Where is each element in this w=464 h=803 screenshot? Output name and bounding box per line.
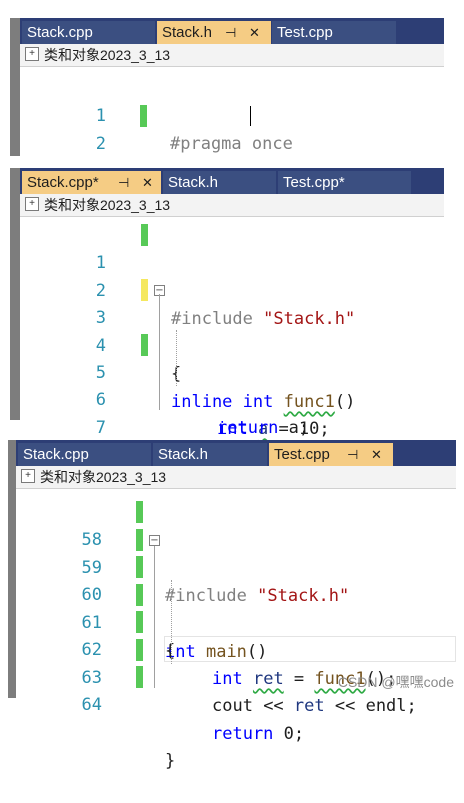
code-line[interactable]: 5 int a = 10; xyxy=(20,331,444,439)
navigation-bar[interactable]: + 类和对象2023_3_13 xyxy=(20,44,444,67)
tab-bar: Stack.cpp Stack.h Test.cpp ⊣ ✕ xyxy=(16,440,456,466)
code-line[interactable]: 63 return 0; xyxy=(16,636,456,744)
variable-name: ret xyxy=(293,696,325,716)
line-number: 7 xyxy=(95,418,106,438)
keyword: return xyxy=(212,724,274,744)
pin-icon[interactable]: ⊣ xyxy=(225,21,236,44)
change-marker xyxy=(141,224,148,246)
operator: << xyxy=(252,696,294,716)
return-value: 0; xyxy=(273,724,305,744)
unsaved-change-marker xyxy=(141,279,148,301)
tab-label: Stack.cpp xyxy=(27,24,93,41)
scope-label: 类和对象2023_3_13 xyxy=(44,47,171,63)
project-icon: + xyxy=(21,469,35,483)
operator: << xyxy=(324,696,366,716)
code-line[interactable]: 61 int ret = func1(); xyxy=(16,581,456,689)
code-line[interactable]: 1 #include "Stack.h" xyxy=(20,221,444,329)
indent-guide xyxy=(171,580,172,664)
tab-label: Stack.h xyxy=(158,446,209,463)
code-text: return 0; xyxy=(212,720,304,748)
tab-test-cpp[interactable]: Test.cpp xyxy=(272,21,396,44)
change-marker xyxy=(140,105,147,127)
tab-test-cpp[interactable]: Test.cpp* xyxy=(278,171,411,194)
code-line[interactable]: 2 inline int func1(); xyxy=(20,102,444,210)
code-line[interactable]: 4 { xyxy=(20,304,444,384)
scope-label: 类和对象2023_3_13 xyxy=(40,469,167,485)
tab-label: Test.cpp xyxy=(274,446,330,463)
tab-label: Test.cpp xyxy=(277,24,333,41)
change-marker xyxy=(136,501,143,523)
change-marker xyxy=(136,556,143,578)
tab-label: Stack.h xyxy=(168,174,219,191)
code-line[interactable]: 3 − inline int func1() xyxy=(20,276,444,412)
project-icon: + xyxy=(25,197,39,211)
pin-icon[interactable]: ⊣ xyxy=(118,171,129,194)
scope-guide-line xyxy=(159,294,160,410)
tab-stack-h[interactable]: Stack.h ⊣ ✕ xyxy=(157,21,271,44)
tab-label: Test.cpp* xyxy=(283,174,345,191)
change-marker xyxy=(136,584,143,606)
keyword: return xyxy=(217,418,279,438)
change-marker xyxy=(136,611,143,633)
tab-label: Stack.cpp xyxy=(23,446,89,463)
scope-label: 类和对象2023_3_13 xyxy=(44,197,171,213)
tab-bar: Stack.cpp Stack.h ⊣ ✕ Test.cpp xyxy=(20,18,444,44)
change-marker xyxy=(136,639,143,661)
close-brace: } xyxy=(165,751,176,771)
code-line[interactable]: 6 return a; xyxy=(20,358,444,438)
line-number: 2 xyxy=(95,134,106,154)
watermark: CSDN @嘿嘿code xyxy=(337,674,454,690)
close-icon[interactable]: ✕ xyxy=(142,171,153,194)
code-line[interactable]: 58 #include "Stack.h" xyxy=(16,498,456,606)
pragma-directive: #pragma once xyxy=(170,134,293,154)
window-edge xyxy=(10,168,20,420)
line-number: 64 xyxy=(81,695,102,715)
collapse-icon[interactable]: − xyxy=(149,535,160,546)
identifier: endl xyxy=(365,696,407,716)
punctuation: ; xyxy=(406,696,417,716)
navigation-bar[interactable]: + 类和对象2023_3_13 xyxy=(20,194,444,217)
close-icon[interactable]: ✕ xyxy=(371,443,382,466)
code-line[interactable]: 60 { xyxy=(16,553,456,661)
tab-stack-cpp[interactable]: Stack.cpp* ⊣ ✕ xyxy=(22,171,161,194)
tab-test-cpp[interactable]: Test.cpp ⊣ ✕ xyxy=(269,443,393,466)
tab-stack-h[interactable]: Stack.h xyxy=(163,171,276,194)
text-caret xyxy=(250,106,251,126)
scope-guide-line xyxy=(154,546,155,688)
change-marker xyxy=(136,529,143,551)
tab-stack-h[interactable]: Stack.h xyxy=(153,443,267,466)
tab-label: Stack.cpp* xyxy=(27,174,99,191)
window-edge xyxy=(8,440,16,698)
identifier: cout xyxy=(212,696,253,716)
tab-stack-cpp[interactable]: Stack.cpp xyxy=(18,443,151,466)
code-text: return a; xyxy=(217,414,309,442)
pin-icon[interactable]: ⊣ xyxy=(347,443,358,466)
navigation-bar[interactable]: + 类和对象2023_3_13 xyxy=(16,466,456,489)
tab-label: Stack.h xyxy=(162,24,213,41)
code-line[interactable]: 1 #pragma once xyxy=(20,74,444,154)
code-text: cout << ret << endl; xyxy=(212,692,417,720)
close-icon[interactable]: ✕ xyxy=(249,21,260,44)
tab-bar: Stack.cpp* ⊣ ✕ Stack.h Test.cpp* xyxy=(20,168,444,194)
code-line[interactable]: 2 xyxy=(20,249,444,301)
project-icon: + xyxy=(25,47,39,61)
change-marker xyxy=(136,666,143,688)
editor-panel-stack-h: Stack.cpp Stack.h ⊣ ✕ Test.cpp + 类和对象202… xyxy=(20,18,444,210)
code-line[interactable]: 62 cout << ret << endl; xyxy=(16,608,456,716)
indent-guide xyxy=(176,330,177,386)
code-line[interactable]: 59 − int main() xyxy=(16,526,456,662)
return-value: a; xyxy=(278,418,310,438)
editor-panel-stack-cpp: Stack.cpp* ⊣ ✕ Stack.h Test.cpp* + 类和对象2… xyxy=(20,168,444,466)
window-edge xyxy=(10,18,20,156)
tab-stack-cpp[interactable]: Stack.cpp xyxy=(22,21,155,44)
editor-panel-test-cpp: Stack.cpp Stack.h Test.cpp ⊣ ✕ + 类和对象202… xyxy=(16,440,456,771)
change-marker xyxy=(141,334,148,356)
code-line[interactable]: 7 } xyxy=(20,386,444,466)
